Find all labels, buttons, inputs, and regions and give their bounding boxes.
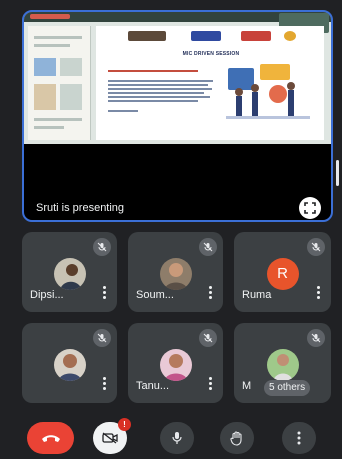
more-vert-icon xyxy=(317,286,320,289)
mic-off-icon xyxy=(203,242,213,252)
mic-off-indicator xyxy=(307,238,325,256)
participant-tile[interactable]: Dipsi... xyxy=(22,232,117,312)
more-options-button[interactable] xyxy=(282,422,316,454)
participant-avatar xyxy=(53,349,86,381)
mic-toggle-button[interactable] xyxy=(160,422,194,454)
mic-off-indicator xyxy=(307,329,325,347)
more-vert-icon xyxy=(103,286,106,289)
mic-off-icon xyxy=(311,333,321,343)
slide-thumbnails-panel xyxy=(28,26,91,140)
more-vert-icon xyxy=(209,382,212,385)
mic-off-indicator xyxy=(199,238,217,256)
participant-tile[interactable]: Soum... xyxy=(128,232,223,312)
mic-off-icon xyxy=(97,333,107,343)
participant-tile[interactable]: R Ruma xyxy=(234,232,331,312)
more-vert-icon xyxy=(103,382,106,385)
thumb-image xyxy=(60,84,82,110)
org-logo xyxy=(191,31,221,41)
fullscreen-button[interactable] xyxy=(299,197,321,219)
mic-off-indicator xyxy=(199,329,217,347)
more-options-button[interactable] xyxy=(103,377,107,391)
more-vert-icon xyxy=(103,387,106,390)
end-call-button[interactable] xyxy=(27,422,74,454)
thumb-line xyxy=(34,126,64,129)
org-logo xyxy=(241,31,271,41)
slide-text-line xyxy=(108,88,212,90)
shared-screen: MIC DRIVEN SESSION xyxy=(24,12,331,144)
more-options-button[interactable] xyxy=(317,286,321,300)
participant-name: Soum... xyxy=(136,289,174,301)
org-logo xyxy=(284,31,296,41)
thumb-image xyxy=(34,84,56,110)
more-vert-icon xyxy=(209,291,212,294)
more-vert-icon xyxy=(209,286,212,289)
others-count: 5 others xyxy=(264,380,311,396)
slide-text-line xyxy=(108,100,198,102)
presenter-label: Sruti is presenting xyxy=(36,202,125,214)
participant-avatar xyxy=(159,349,192,381)
thumb-line xyxy=(34,36,82,39)
slide: MIC DRIVEN SESSION xyxy=(96,26,324,140)
participant-name: Ruma xyxy=(242,289,272,301)
more-vert-icon xyxy=(209,377,212,380)
participant-name: Dipsi... xyxy=(30,289,64,301)
more-vert-icon xyxy=(317,291,320,294)
fullscreen-icon xyxy=(304,202,316,214)
more-vert-icon xyxy=(103,377,106,380)
mic-off-icon xyxy=(97,242,107,252)
thumb-line xyxy=(34,44,70,47)
participant-tile[interactable]: Tanu... xyxy=(128,323,223,403)
slide-text-line xyxy=(108,70,198,72)
participant-avatar xyxy=(53,258,86,290)
presentation-tile[interactable]: MIC DRIVEN SESSION Sruti is presenting xyxy=(22,10,333,222)
mic-icon xyxy=(172,432,182,444)
slide-text-line xyxy=(108,80,213,82)
thumb-line xyxy=(34,118,82,121)
thumb-image xyxy=(34,58,56,76)
camera-warning-badge: ! xyxy=(118,418,131,431)
mic-off-icon xyxy=(203,333,213,343)
raise-hand-button[interactable] xyxy=(220,422,254,454)
participant-avatar xyxy=(266,349,299,381)
more-options-button[interactable] xyxy=(103,286,107,300)
thumb-image xyxy=(60,58,82,76)
meeting-screen: MIC DRIVEN SESSION Sruti is presenting D… xyxy=(0,0,342,459)
raise-hand-icon xyxy=(230,430,242,446)
more-vert-icon xyxy=(297,431,301,445)
participant-name: M xyxy=(242,380,252,392)
mic-off-indicator xyxy=(93,329,111,347)
more-vert-icon xyxy=(209,296,212,299)
participant-name: Tanu... xyxy=(136,380,170,392)
slide-text-line xyxy=(108,96,210,98)
scrollbar[interactable] xyxy=(336,160,339,186)
slide-title: MIC DRIVEN SESSION xyxy=(182,51,240,57)
slide-text-line xyxy=(108,92,204,94)
slide-text-line xyxy=(108,84,208,86)
participant-tile[interactable] xyxy=(22,323,117,403)
others-tile[interactable]: M 5 others xyxy=(234,323,331,403)
more-vert-icon xyxy=(103,296,106,299)
more-vert-icon xyxy=(209,387,212,390)
end-call-icon xyxy=(41,435,60,442)
more-vert-icon xyxy=(103,291,106,294)
participant-avatar xyxy=(159,258,192,290)
slide-text-line xyxy=(108,110,138,112)
mic-off-icon xyxy=(311,242,321,252)
shared-screen-record-bar xyxy=(30,14,70,19)
more-vert-icon xyxy=(317,296,320,299)
more-options-button[interactable] xyxy=(209,377,213,391)
camera-toggle-button[interactable]: ! xyxy=(93,418,131,454)
camera-off-icon xyxy=(102,432,118,444)
more-options-button[interactable] xyxy=(209,286,213,300)
slide-illustration xyxy=(226,64,310,119)
participant-avatar: R xyxy=(266,258,299,290)
mic-off-indicator xyxy=(93,238,111,256)
ministry-logo xyxy=(128,31,166,41)
